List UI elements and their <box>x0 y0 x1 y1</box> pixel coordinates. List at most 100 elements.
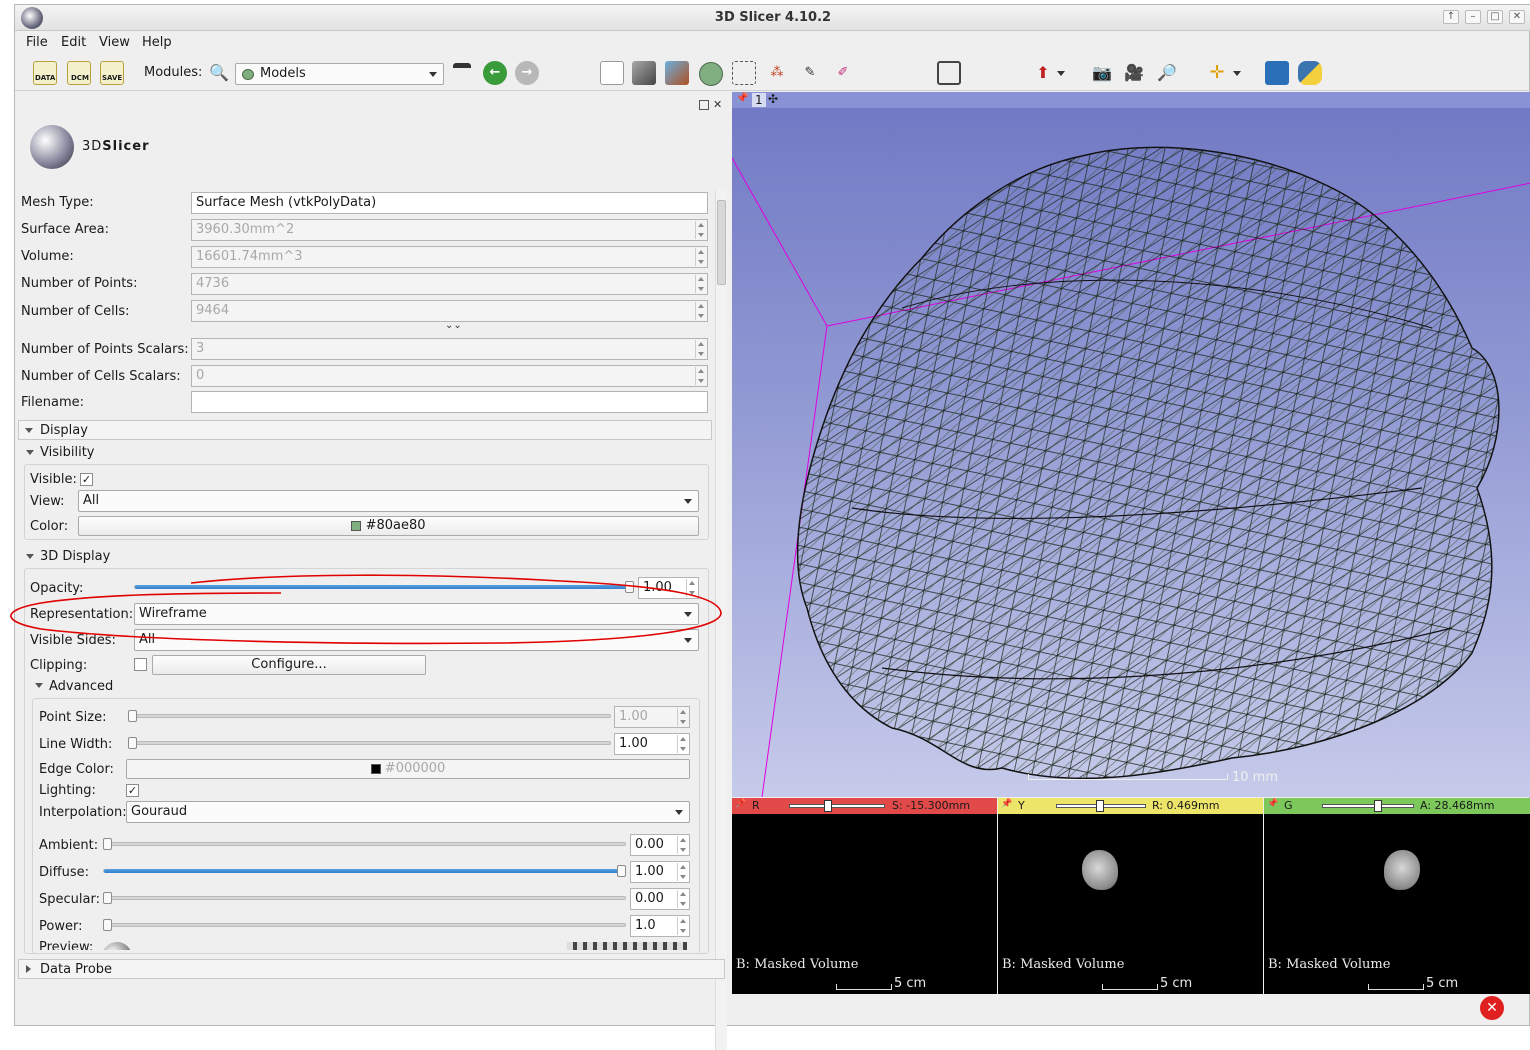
segment-editor-icon[interactable]: ✐ <box>831 61 855 85</box>
extension-manager-icon[interactable] <box>937 61 961 85</box>
display-section-header[interactable]: Display <box>18 420 712 440</box>
spin-arrows-icon[interactable] <box>677 863 688 881</box>
diffuse-slider-handle[interactable] <box>617 865 626 877</box>
slice-offset-handle[interactable] <box>824 800 832 812</box>
specular-slider-handle[interactable] <box>103 892 112 904</box>
ambient-slider[interactable] <box>106 842 626 846</box>
back-arrow-icon[interactable]: ← <box>483 61 507 85</box>
collapse-arrow-icon[interactable] <box>26 450 34 455</box>
lighting-checkbox[interactable]: ✓ <box>126 784 139 797</box>
display3d-section-label[interactable]: 3D Display <box>40 549 110 564</box>
slice-view-green[interactable]: 📌 G A: 28.468mm B: Masked Volume 5 cm <box>1264 798 1530 994</box>
editor-icon[interactable]: ✎ <box>798 61 822 85</box>
ambient-slider-handle[interactable] <box>103 838 112 850</box>
data-module-icon[interactable] <box>600 61 624 85</box>
slice-controller-bar[interactable]: 📌 G A: 28.468mm <box>1264 798 1530 814</box>
power-spinbox[interactable]: 1.0 <box>630 915 690 937</box>
menu-edit[interactable]: Edit <box>61 35 86 50</box>
slice-controller-bar[interactable]: 📌 R S: -15.300mm <box>732 798 997 814</box>
crosshair-icon[interactable]: ✛ <box>1205 61 1229 85</box>
module-selector[interactable]: Models <box>235 63 444 85</box>
spin-arrows-icon[interactable] <box>677 836 688 854</box>
models-module-toolbar-icon[interactable] <box>699 62 723 86</box>
point-size-slider[interactable] <box>131 714 611 718</box>
line-width-slider-handle[interactable] <box>128 737 137 749</box>
point-size-slider-handle[interactable] <box>128 710 137 722</box>
slice-offset-slider[interactable] <box>789 804 885 808</box>
screenshot-icon[interactable]: 📷 <box>1090 61 1114 85</box>
data-probe-section-header[interactable]: Data Probe <box>18 959 725 979</box>
collapse-arrow-icon[interactable] <box>26 554 34 559</box>
pin-icon[interactable]: 📌 <box>1267 799 1278 809</box>
surface-area-value: 3960.30mm^2 <box>196 222 295 237</box>
slice-offset-slider[interactable] <box>1322 804 1414 808</box>
advanced-section-label[interactable]: Advanced <box>49 679 113 694</box>
slice-offset-handle[interactable] <box>1374 800 1382 812</box>
transforms-icon[interactable] <box>732 61 756 85</box>
spin-arrows-icon <box>695 275 706 293</box>
line-width-spinbox[interactable]: 1.00 <box>614 733 690 755</box>
markups-icon[interactable]: ⁂ <box>765 61 789 85</box>
slice-view-red[interactable]: 📌 R S: -15.300mm B: Masked Volume 5 cm <box>732 798 997 994</box>
filename-field[interactable] <box>191 391 708 413</box>
window-up-icon[interactable]: ↑ <box>1443 10 1459 24</box>
mouse-mode-icon[interactable]: ⬆ <box>1031 61 1055 85</box>
expand-more-icon[interactable]: ⌄⌄ <box>445 320 462 331</box>
crosshair-dropdown-icon[interactable] <box>1233 71 1241 76</box>
bounding-box-line <box>732 157 828 327</box>
color-picker-button[interactable]: #80ae80 <box>78 516 699 536</box>
specular-spinbox[interactable]: 0.00 <box>630 888 690 910</box>
load-data-button[interactable]: DATA <box>33 61 57 85</box>
diffuse-spinbox[interactable]: 1.00 <box>630 861 690 883</box>
spin-arrows-icon[interactable] <box>677 735 688 753</box>
collapse-arrow-icon[interactable] <box>35 683 43 688</box>
point-size-spinbox: 1.00 <box>614 706 690 728</box>
volume-rendering-icon[interactable] <box>665 61 689 85</box>
spin-arrows-icon[interactable] <box>677 917 688 935</box>
panel-close-icon[interactable]: ✕ <box>713 98 722 111</box>
power-slider[interactable] <box>106 923 626 927</box>
slice-controller-bar[interactable]: 📌 Y R: 0.469mm <box>998 798 1263 814</box>
slice-offset-handle[interactable] <box>1096 800 1104 812</box>
power-slider-handle[interactable] <box>103 919 112 931</box>
visibility-section-label[interactable]: Visibility <box>40 445 94 460</box>
load-dicom-button[interactable]: DCM <box>67 61 91 85</box>
mouse-mode-dropdown-icon[interactable] <box>1057 71 1065 76</box>
error-log-icon[interactable]: ✕ <box>1480 996 1504 1020</box>
visible-checkbox[interactable]: ✓ <box>80 473 93 486</box>
close-icon[interactable]: ✕ <box>1509 10 1525 24</box>
minimize-icon[interactable]: – <box>1465 10 1481 24</box>
menu-view[interactable]: View <box>99 35 130 50</box>
view-3d[interactable]: 📌 1 ✣ 10 mm <box>732 92 1530 797</box>
python-console-icon[interactable] <box>1298 61 1322 85</box>
panel-undock-icon[interactable] <box>699 100 709 110</box>
line-width-slider[interactable] <box>131 741 611 745</box>
color-value: #80ae80 <box>365 518 426 533</box>
module-history-icon[interactable] <box>453 63 471 83</box>
pin-icon[interactable]: 📌 <box>736 93 748 104</box>
module-search-icon[interactable]: 🔍 <box>209 63 229 82</box>
pin-icon[interactable]: 📌 <box>735 799 746 809</box>
view-combo[interactable]: All <box>78 490 699 512</box>
scrollbar-thumb[interactable] <box>717 200 726 285</box>
view3d-settings-icon[interactable]: ✣ <box>768 92 778 106</box>
view3d-controller-bar[interactable]: 📌 1 ✣ <box>732 92 1530 108</box>
menu-help[interactable]: Help <box>142 35 172 50</box>
configure-button[interactable]: Configure... <box>152 655 426 675</box>
maximize-icon[interactable]: □ <box>1487 10 1503 24</box>
forward-arrow-icon[interactable]: → <box>515 61 539 85</box>
interpolation-combo[interactable]: Gouraud <box>126 801 690 823</box>
scene-view-icon[interactable]: 🎥 <box>1122 61 1146 85</box>
ambient-spinbox[interactable]: 0.00 <box>630 834 690 856</box>
points-value: 4736 <box>196 276 230 291</box>
save-button[interactable]: SAVE <box>100 61 124 85</box>
specular-slider[interactable] <box>106 896 626 900</box>
extensions-icon[interactable] <box>1265 61 1289 85</box>
slice-view-yellow[interactable]: 📌 Y R: 0.469mm B: Masked Volume 5 cm <box>998 798 1263 994</box>
volumes-module-icon[interactable] <box>632 61 656 85</box>
scene-view-restore-icon[interactable]: 🔎 <box>1155 61 1179 85</box>
spin-arrows-icon[interactable] <box>677 890 688 908</box>
clipping-checkbox[interactable] <box>134 658 147 671</box>
pin-icon[interactable]: 📌 <box>1001 799 1012 809</box>
menu-file[interactable]: File <box>26 35 48 50</box>
